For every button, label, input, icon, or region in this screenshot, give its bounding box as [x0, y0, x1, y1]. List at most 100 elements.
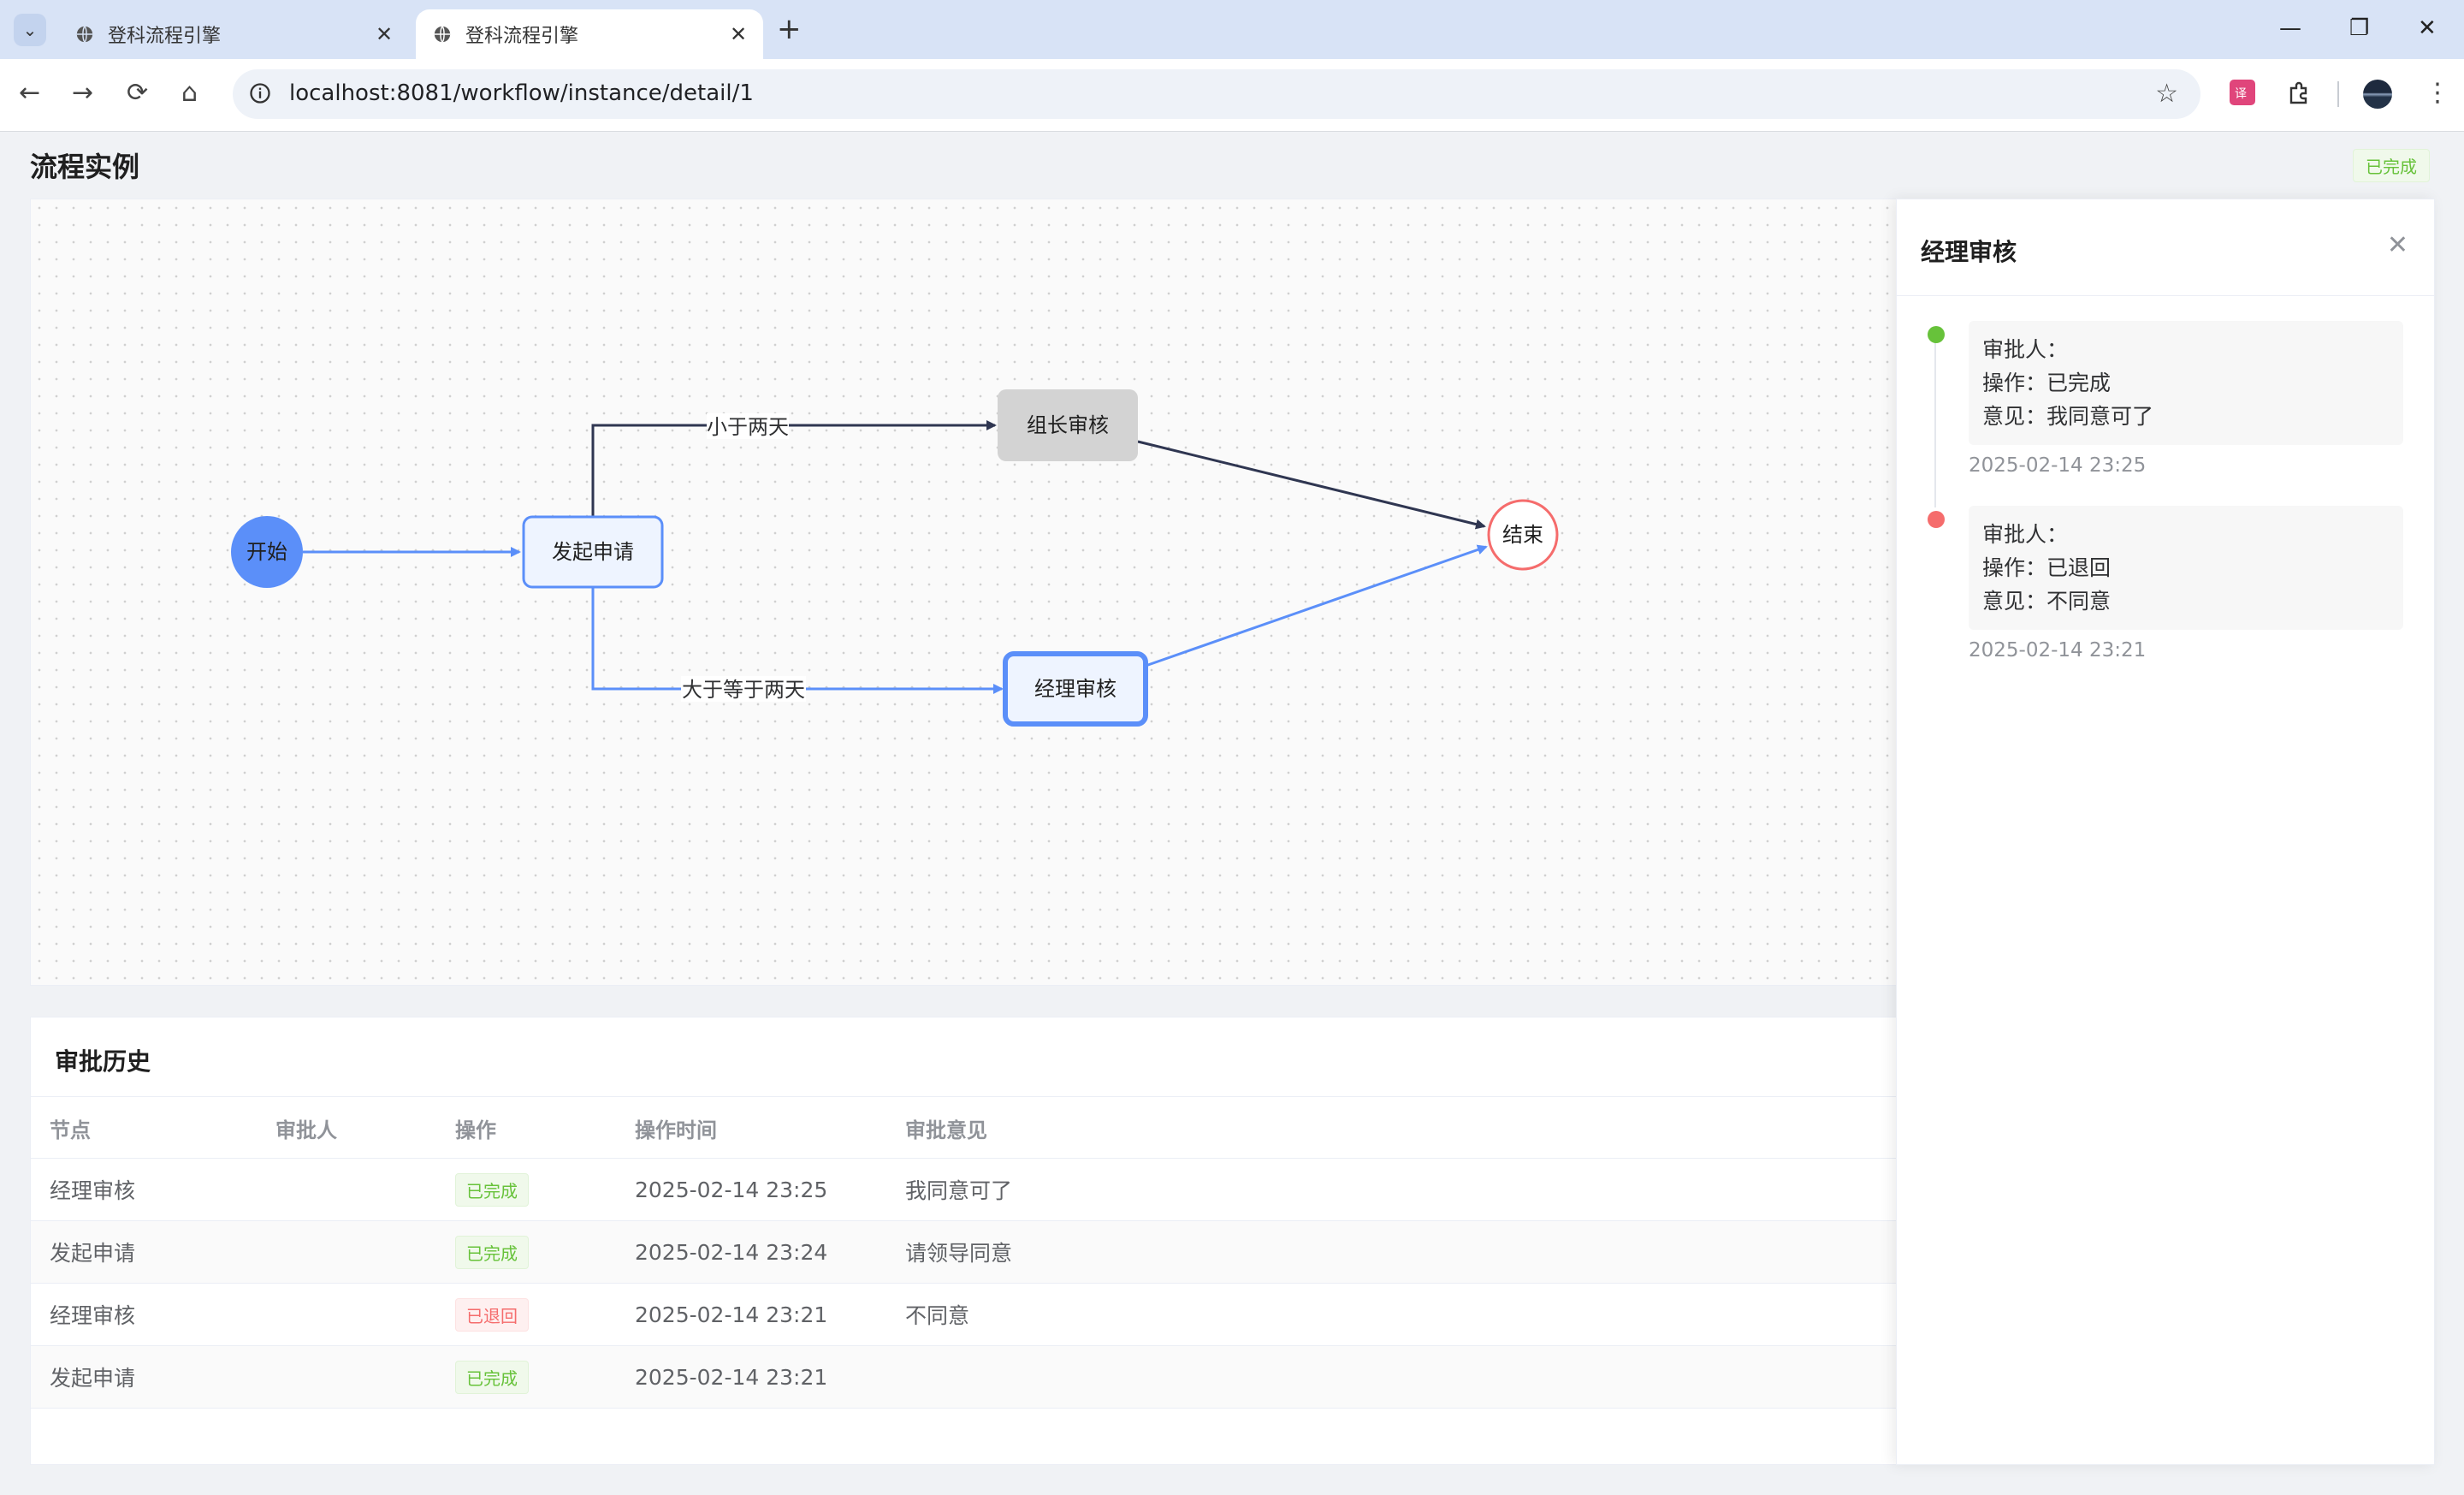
- cell-action: 已完成: [436, 1345, 616, 1409]
- page-title: 流程实例: [30, 151, 140, 183]
- cell-node: 经理审核: [31, 1158, 257, 1221]
- new-tab-button[interactable]: +: [777, 12, 802, 46]
- node-end[interactable]: 结束: [1487, 499, 1559, 571]
- tab-search-button[interactable]: ⌄: [14, 14, 46, 46]
- tab-title: 登科流程引擎: [465, 26, 579, 47]
- close-icon[interactable]: ✕: [2387, 230, 2408, 260]
- column-header-approver: 审批人: [257, 1098, 436, 1159]
- timeline-line: [1934, 336, 1936, 507]
- column-header-action: 操作: [436, 1098, 616, 1159]
- timeline-action: 操作：已完成: [1982, 371, 2112, 395]
- node-apply[interactable]: 发起申请: [522, 515, 664, 589]
- node-leader[interactable]: 组长审核: [998, 389, 1138, 461]
- timeline-approver: 审批人：: [1982, 337, 2069, 362]
- globe-icon: [76, 26, 93, 43]
- cell-approver: [257, 1158, 436, 1221]
- browser-menu-icon[interactable]: ⋮: [2425, 78, 2450, 108]
- cell-action: 已完成: [436, 1220, 616, 1284]
- close-icon[interactable]: ✕: [371, 22, 397, 46]
- node-leader-label: 组长审核: [1027, 413, 1109, 437]
- timeline-card: 审批人： 操作：已完成 意见：我同意可了: [1969, 321, 2403, 445]
- timeline-approver: 审批人：: [1982, 522, 2069, 547]
- action-tag: 已完成: [455, 1172, 529, 1207]
- action-tag: 已退回: [455, 1297, 529, 1332]
- restore-icon[interactable]: ❐: [2349, 15, 2369, 41]
- node-start-label: 开始: [246, 540, 287, 564]
- svg-text:译: 译: [2235, 87, 2247, 101]
- address-bar[interactable]: localhost:8081/workflow/instance/detail/…: [233, 69, 2200, 119]
- cell-time: 2025-02-14 23:21: [616, 1345, 886, 1409]
- profile-avatar[interactable]: [2363, 80, 2392, 109]
- edge-leader-end[interactable]: [1137, 440, 1486, 530]
- tab-title: 登科流程引擎: [108, 26, 222, 47]
- table-row: 经理审核 已退回 2025-02-14 23:21 不同意: [31, 1283, 1904, 1346]
- timeline-dot-success: [1928, 326, 1945, 343]
- column-header-node: 节点: [31, 1098, 257, 1159]
- cell-action: 已完成: [436, 1158, 616, 1221]
- table-row: 发起申请 已完成 2025-02-14 23:24 请领导同意: [31, 1220, 1904, 1284]
- cell-comment: 请领导同意: [886, 1220, 1904, 1284]
- browser-tab-active[interactable]: 登科流程引擎 ✕: [416, 9, 763, 59]
- cell-node: 发起申请: [31, 1345, 257, 1409]
- table-header-row: 节点 审批人 操作 操作时间 审批意见: [31, 1098, 1904, 1159]
- forward-icon[interactable]: →: [72, 78, 93, 108]
- node-apply-label: 发起申请: [552, 540, 634, 564]
- drawer-title: 经理审核: [1921, 238, 2017, 266]
- cell-comment: 我同意可了: [886, 1158, 1904, 1221]
- action-tag: 已完成: [455, 1235, 529, 1269]
- cell-action: 已退回: [436, 1283, 616, 1346]
- cell-time: 2025-02-14 23:25: [616, 1158, 886, 1221]
- cell-approver: [257, 1283, 436, 1346]
- timeline-dot-rejected: [1928, 511, 1945, 528]
- history-title: 审批历史: [55, 1047, 151, 1076]
- history-table: 节点 审批人 操作 操作时间 审批意见 经理审核 已完成 2025-02-14 …: [31, 1098, 1904, 1409]
- translate-extension-icon[interactable]: 译: [2230, 80, 2255, 105]
- cell-node: 发起申请: [31, 1220, 257, 1284]
- column-header-comment: 审批意见: [886, 1098, 1904, 1159]
- timeline-action: 操作：已退回: [1982, 555, 2112, 580]
- edge-apply-leader[interactable]: [591, 420, 997, 516]
- url-text[interactable]: localhost:8081/workflow/instance/detail/…: [289, 80, 754, 106]
- edge-apply-manager[interactable]: [591, 588, 1004, 694]
- node-start[interactable]: 开始: [231, 516, 303, 588]
- close-icon[interactable]: ✕: [726, 22, 751, 46]
- browser-tab[interactable]: 登科流程引擎 ✕: [58, 9, 409, 59]
- chevron-down-icon: ⌄: [22, 20, 38, 40]
- edge-manager-end[interactable]: [1145, 544, 1488, 667]
- node-end-label: 结束: [1502, 523, 1543, 547]
- instance-status-badge: 已完成: [2353, 149, 2430, 182]
- timeline-time: 2025-02-14 23:25: [1969, 454, 2147, 477]
- cell-approver: [257, 1220, 436, 1284]
- timeline-card: 审批人： 操作：已退回 意见：不同意: [1969, 506, 2403, 630]
- divider: [1897, 295, 2434, 296]
- browser-toolbar: ← → ⟳ ⌂ localhost:8081/workflow/instance…: [0, 59, 2464, 132]
- table-row: 经理审核 已完成 2025-02-14 23:25 我同意可了: [31, 1158, 1904, 1221]
- timeline-comment: 意见：我同意可了: [1982, 404, 2154, 429]
- cell-comment: [886, 1345, 1904, 1409]
- cell-time: 2025-02-14 23:21: [616, 1283, 886, 1346]
- node-manager-label: 经理审核: [1034, 677, 1116, 701]
- extensions-puzzle-icon[interactable]: [2284, 80, 2312, 107]
- edge-label-less-than-two-days: 小于两天: [707, 415, 789, 439]
- minimize-icon[interactable]: —: [2279, 15, 2301, 41]
- browser-tab-bar: ⌄ 登科流程引擎 ✕ 登科流程引擎 ✕ + — ❐ ✕: [0, 0, 2464, 59]
- globe-icon: [434, 26, 451, 43]
- timeline-comment: 意见：不同意: [1982, 589, 2112, 614]
- reload-icon[interactable]: ⟳: [127, 78, 148, 108]
- cell-comment: 不同意: [886, 1283, 1904, 1346]
- cell-approver: [257, 1345, 436, 1409]
- site-info-icon[interactable]: [248, 81, 272, 105]
- node-detail-drawer: 经理审核 ✕ 审批人： 操作：已完成 意见：我同意可了 2025-02-14 2…: [1896, 199, 2435, 1465]
- back-icon[interactable]: ←: [19, 78, 40, 108]
- node-manager[interactable]: 经理审核: [1003, 651, 1148, 727]
- toolbar-divider: [2337, 81, 2339, 107]
- bookmark-star-icon[interactable]: ☆: [2155, 79, 2178, 109]
- home-icon[interactable]: ⌂: [181, 78, 198, 108]
- window-close-icon[interactable]: ✕: [2418, 15, 2437, 41]
- cell-time: 2025-02-14 23:24: [616, 1220, 886, 1284]
- column-header-time: 操作时间: [616, 1098, 886, 1159]
- timeline-time: 2025-02-14 23:21: [1969, 639, 2147, 661]
- edge-label-at-least-two-days: 大于等于两天: [682, 678, 805, 702]
- cell-node: 经理审核: [31, 1283, 257, 1346]
- table-row: 发起申请 已完成 2025-02-14 23:21: [31, 1345, 1904, 1409]
